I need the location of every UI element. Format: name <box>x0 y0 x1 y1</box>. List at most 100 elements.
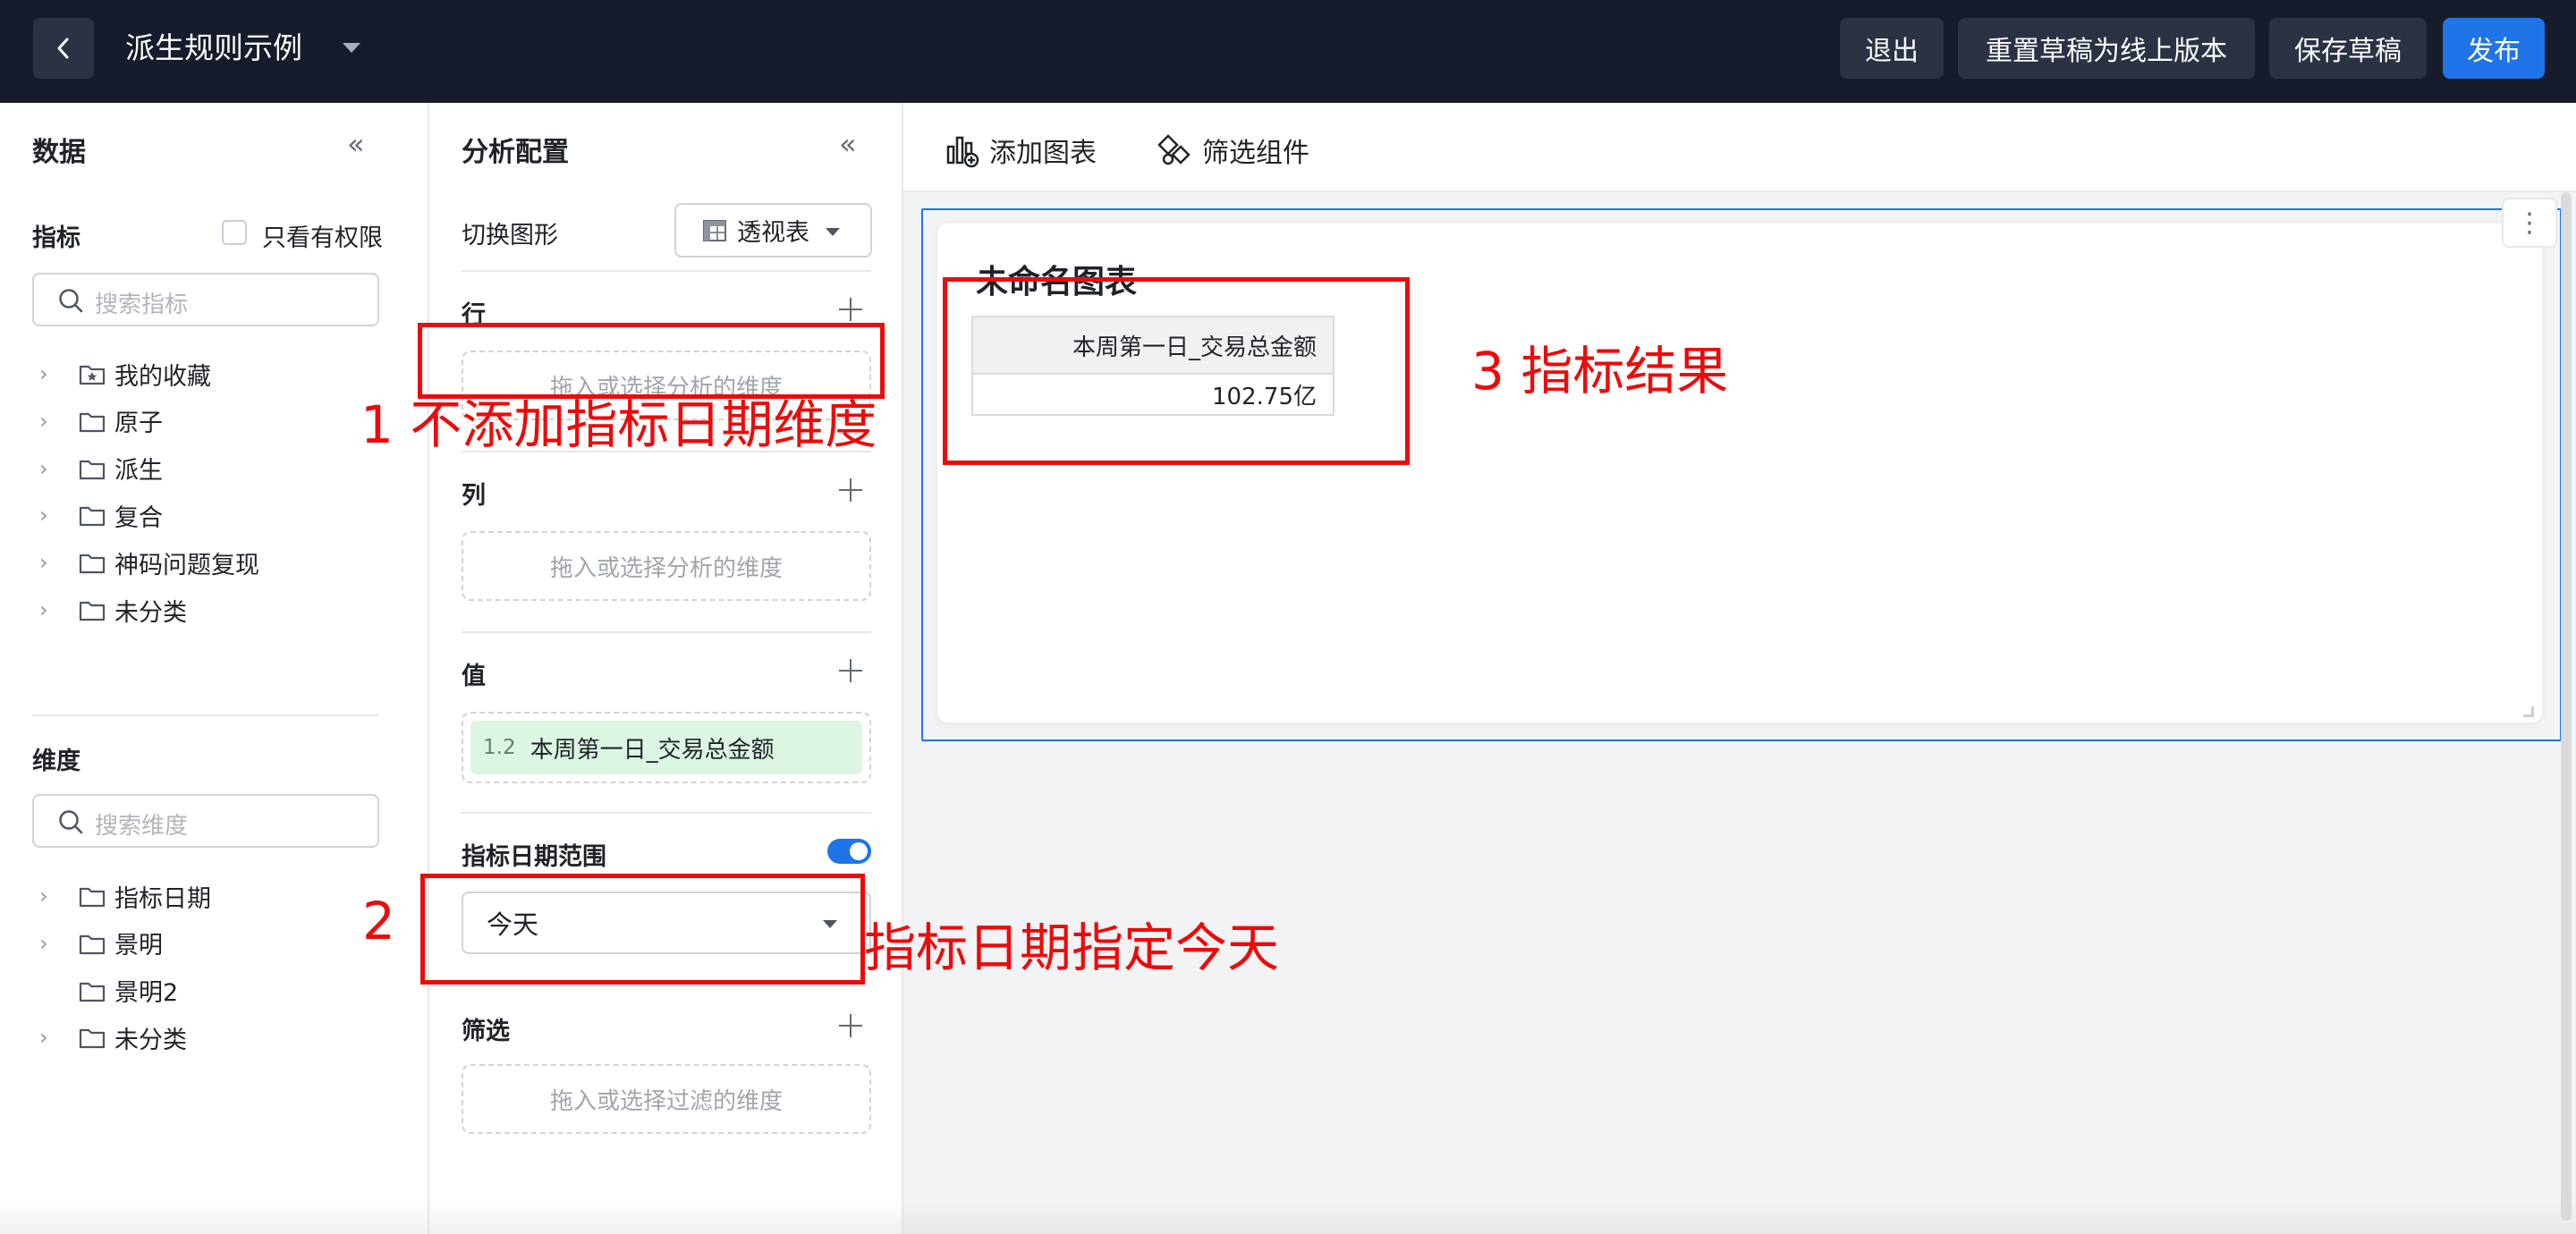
filter-component-label: 筛选组件 <box>1202 138 1309 169</box>
tree-item[interactable]: › 指标日期 <box>39 876 211 916</box>
folder-icon <box>79 457 106 480</box>
back-button[interactable] <box>33 18 94 79</box>
filters-label: 筛选 <box>462 1018 510 1045</box>
tree-item[interactable]: › 原子 <box>39 401 163 441</box>
annotation-box-1 <box>418 323 885 399</box>
save-draft-button[interactable]: 保存草稿 <box>2269 18 2427 79</box>
search-icon <box>59 810 83 834</box>
chart-type-value: 透视表 <box>737 219 809 247</box>
value-chip[interactable]: 1.2 本周第一日_交易总金额 <box>470 721 862 774</box>
collapse-data-panel-icon[interactable]: « <box>347 127 365 161</box>
date-range-label: 指标日期范围 <box>462 843 606 871</box>
tree-item-label: 景明 <box>114 932 163 960</box>
folder-icon <box>79 598 106 621</box>
tree-item-label: 我的收藏 <box>114 362 211 391</box>
filter-component-button[interactable]: 筛选组件 <box>1156 128 1309 173</box>
tree-item[interactable]: › 复合 <box>39 495 163 535</box>
tree-item-label: 指标日期 <box>114 884 211 913</box>
folder-icon <box>79 551 106 574</box>
metrics-section-label: 指标 <box>32 224 80 252</box>
values-label: 值 <box>462 663 486 690</box>
tree-item[interactable]: › 神码问题复现 <box>39 543 259 582</box>
chevron-right-icon[interactable]: › <box>39 883 59 909</box>
folder-icon <box>79 979 106 1002</box>
add-column-icon[interactable] <box>839 478 862 502</box>
annotation-box-3 <box>943 277 1410 465</box>
section-divider <box>462 812 871 814</box>
star-folder-icon <box>79 362 106 385</box>
publish-button[interactable]: 发布 <box>2443 18 2545 79</box>
page-title: 派生规则示例 <box>125 30 302 65</box>
metric-search-placeholder: 搜索指标 <box>95 292 189 318</box>
collapse-config-panel-icon[interactable]: « <box>839 127 857 161</box>
folder-icon <box>79 410 106 433</box>
annotation-3: 3 指标结果 <box>1471 341 1729 401</box>
dimensions-section-label: 维度 <box>32 748 80 775</box>
dimension-search-input[interactable]: 搜索维度 <box>32 794 379 848</box>
section-divider <box>462 270 871 272</box>
add-filter-icon[interactable] <box>839 1014 862 1037</box>
annotation-2-number: 2 <box>362 891 395 951</box>
tree-item-label: 未分类 <box>114 1026 187 1054</box>
columns-dropzone[interactable]: 拖入或选择分析的维度 <box>462 531 871 601</box>
tree-item-label: 景明2 <box>114 979 179 1008</box>
tree-item[interactable]: › 派生 <box>39 449 163 488</box>
folder-icon <box>79 932 106 955</box>
chevron-right-icon[interactable]: › <box>39 456 59 481</box>
chevron-right-icon[interactable]: › <box>39 409 59 434</box>
exit-button[interactable]: 退出 <box>1840 18 1944 79</box>
only-permitted-checkbox[interactable] <box>222 220 247 245</box>
tree-item-label: 未分类 <box>114 598 187 627</box>
search-icon <box>59 289 83 313</box>
folder-icon <box>79 884 106 908</box>
add-chart-label: 添加图表 <box>989 138 1097 169</box>
tree-item-label: 派生 <box>114 457 163 486</box>
tree-item-label: 原子 <box>114 410 163 438</box>
switch-chart-label: 切换图形 <box>462 222 558 249</box>
columns-label: 列 <box>462 482 486 510</box>
section-divider <box>462 631 871 633</box>
value-chip-index: 1.2 <box>483 736 516 759</box>
dimension-search-placeholder: 搜索维度 <box>95 813 189 840</box>
tree-item[interactable]: › 我的收藏 <box>39 354 211 393</box>
filters-dropzone[interactable]: 拖入或选择过滤的维度 <box>462 1064 871 1134</box>
title-dropdown-icon[interactable] <box>343 43 360 53</box>
add-chart-icon <box>946 136 979 168</box>
resize-handle-icon[interactable] <box>2523 706 2534 717</box>
chevron-right-icon[interactable]: › <box>39 550 59 575</box>
pivot-table-icon <box>703 219 726 241</box>
tree-item[interactable]: › 未分类 <box>39 590 187 630</box>
chevron-right-icon[interactable]: › <box>39 597 59 622</box>
chevron-right-icon[interactable]: › <box>39 361 59 386</box>
annotation-2: 指标日期指定今天 <box>864 917 1280 978</box>
tree-item-label: 复合 <box>114 503 163 532</box>
section-divider <box>32 714 379 716</box>
value-chip-label: 本周第一日_交易总金额 <box>530 736 775 764</box>
filter-component-icon <box>1157 134 1191 165</box>
metric-search-input[interactable]: 搜索指标 <box>32 273 379 326</box>
data-panel-title: 数据 <box>32 137 86 168</box>
bottom-shadow <box>0 1198 2576 1234</box>
only-permitted-label: 只看有权限 <box>262 224 383 252</box>
add-row-icon[interactable] <box>839 298 862 321</box>
chevron-right-icon[interactable]: › <box>39 1025 59 1050</box>
more-options-icon[interactable]: ⋮ <box>2502 198 2557 248</box>
folder-icon <box>79 1026 106 1049</box>
tree-item[interactable]: 景明2 <box>39 971 178 1010</box>
chevron-right-icon[interactable]: › <box>39 503 59 528</box>
chevron-down-icon <box>826 228 840 236</box>
add-value-icon[interactable] <box>839 659 862 682</box>
reset-draft-button[interactable]: 重置草稿为线上版本 <box>1958 18 2255 79</box>
folder-icon <box>79 503 106 527</box>
add-chart-button[interactable]: 添加图表 <box>945 128 1097 173</box>
date-range-toggle[interactable] <box>827 839 871 864</box>
chart-type-select[interactable]: 透视表 <box>674 203 872 258</box>
chevron-left-icon <box>57 38 69 59</box>
tree-item[interactable]: › 景明 <box>39 924 163 963</box>
config-panel-title: 分析配置 <box>462 137 569 168</box>
tree-item[interactable]: › 未分类 <box>39 1018 187 1057</box>
annotation-box-2 <box>420 874 865 985</box>
chevron-right-icon[interactable]: › <box>39 931 59 956</box>
canvas-scrollbar[interactable] <box>2561 192 2572 1221</box>
tree-item-label: 神码问题复现 <box>114 551 259 579</box>
